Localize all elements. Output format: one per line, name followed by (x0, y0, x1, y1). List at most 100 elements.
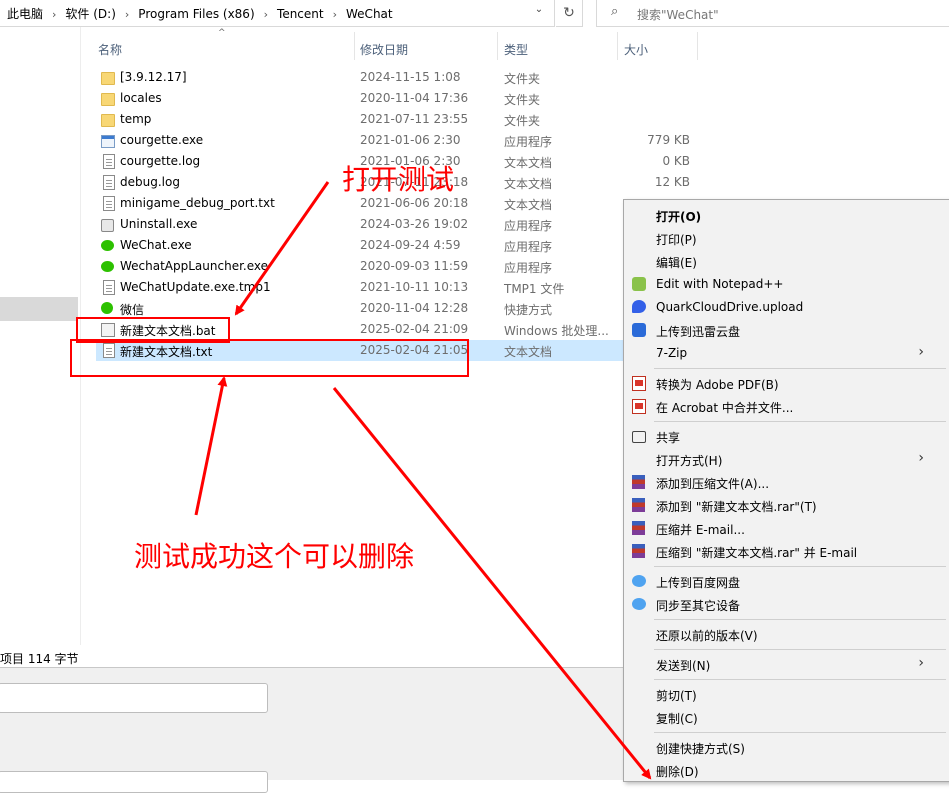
search-input[interactable]: 搜索"WeChat" (637, 6, 719, 23)
file-size: 0 KB (662, 154, 690, 168)
menu-item-label: 压缩并 E-mail... (656, 523, 745, 537)
context-menu-item[interactable]: 复制(C) (624, 706, 949, 729)
menu-item-label: 转换为 Adobe PDF(B) (656, 378, 779, 392)
context-menu-item[interactable]: 共享 (624, 425, 949, 448)
file-date: 2021-10-11 10:13 (360, 280, 469, 294)
column-header-name[interactable]: 名称 (98, 30, 354, 60)
xunlei-icon (632, 323, 646, 337)
menu-separator (654, 619, 946, 620)
chevron-right-icon[interactable]: › (327, 8, 343, 21)
file-row[interactable]: locales 2020-11-04 17:36 文件夹 (96, 88, 626, 109)
context-menu-item[interactable]: 打印(P) (624, 227, 949, 250)
breadcrumb-wechat[interactable]: WeChat (343, 7, 396, 21)
column-divider[interactable] (697, 32, 698, 60)
file-name: locales (120, 91, 162, 105)
breadcrumb: 此电脑 › 软件 (D:) › Program Files (x86) › Tencent ›… (4, 5, 396, 22)
context-menu-item[interactable]: 7-Zip › (624, 342, 949, 365)
winrar-icon (632, 498, 645, 512)
file-type: 应用程序 (504, 135, 553, 149)
context-menu-item[interactable]: 添加到压缩文件(A)... (624, 471, 949, 494)
menu-item-label: 发送到(N) (656, 659, 711, 673)
file-date: 2024-11-15 1:08 (360, 70, 461, 84)
context-menu-item[interactable]: 发送到(N) › (624, 653, 949, 676)
exe-icon (101, 135, 115, 148)
context-menu-item[interactable]: 转换为 Adobe PDF(B) (624, 372, 949, 395)
context-menu-item[interactable]: 添加到 "新建文本文档.rar"(T) (624, 494, 949, 517)
context-menu-item[interactable]: 编辑(E) (624, 250, 949, 273)
file-date: 2025-02-04 21:09 (360, 322, 469, 336)
context-menu-item[interactable]: 上传到百度网盘 (624, 570, 949, 593)
file-row[interactable]: WeChat.exe 2024-09-24 4:59 应用程序 (96, 235, 626, 256)
file-type: 文本文档 (504, 345, 553, 359)
file-row[interactable]: [3.9.12.17] 2024-11-15 1:08 文件夹 (96, 67, 626, 88)
menu-item-label: 共享 (656, 431, 681, 445)
folder-icon (101, 114, 115, 127)
context-menu-item[interactable]: 压缩到 "新建文本文档.rar" 并 E-mail (624, 540, 949, 563)
file-row[interactable]: 微信 2020-11-04 12:28 快捷方式 (96, 298, 626, 319)
navigation-pane[interactable] (0, 27, 81, 647)
context-menu-item[interactable]: 还原以前的版本(V) (624, 623, 949, 646)
chevron-right-icon: › (918, 655, 924, 671)
column-divider[interactable] (497, 32, 498, 60)
baidu-icon (632, 575, 646, 587)
file-row[interactable]: temp 2021-07-11 23:55 文件夹 (96, 109, 626, 130)
uninstall-icon (101, 219, 114, 232)
shortcut-icon (101, 302, 113, 314)
menu-item-label: 在 Acrobat 中合并文件... (656, 401, 794, 415)
context-menu-item[interactable]: 删除(D) (624, 759, 949, 782)
column-header-date[interactable]: 修改日期 (360, 30, 496, 60)
menu-item-label: 剪切(T) (656, 689, 697, 703)
menu-item-label: 打开方式(H) (656, 454, 723, 468)
menu-separator (654, 566, 946, 567)
file-name: courgette.log (120, 154, 201, 168)
file-name: minigame_debug_port.txt (120, 196, 275, 210)
breadcrumb-program-files[interactable]: Program Files (x86) (135, 7, 257, 21)
file-name: Uninstall.exe (120, 217, 198, 231)
file-row[interactable]: courgette.exe 2021-01-06 2:30 应用程序 779 KB (96, 130, 690, 151)
file-name: WeChat.exe (120, 238, 192, 252)
column-header-size[interactable]: 大小 (624, 30, 696, 60)
column-divider[interactable] (617, 32, 618, 60)
context-menu-item[interactable]: 上传到迅雷云盘 (624, 319, 949, 342)
menu-item-label: 打开(O) (656, 210, 702, 224)
context-menu-item[interactable]: 剪切(T) (624, 683, 949, 706)
winrar-icon (632, 521, 645, 535)
chevron-down-icon[interactable]: ⌄ (532, 4, 546, 20)
text-file-icon (103, 175, 115, 190)
menu-item-label: 编辑(E) (656, 256, 697, 270)
search-box[interactable]: ⌕ 搜索"WeChat" (596, 0, 949, 27)
chevron-right-icon[interactable]: › (119, 8, 135, 21)
breadcrumb-tencent[interactable]: Tencent (274, 7, 327, 21)
context-menu-item[interactable]: QuarkCloudDrive.upload (624, 296, 949, 319)
background-text-field[interactable] (0, 683, 268, 713)
refresh-button[interactable]: ↻ (556, 0, 583, 27)
file-row[interactable]: Uninstall.exe 2024-03-26 19:02 应用程序 (96, 214, 626, 235)
text-file-icon (103, 154, 115, 169)
context-menu-item[interactable]: 压缩并 E-mail... (624, 517, 949, 540)
context-menu-item[interactable]: 打开(O) (624, 204, 949, 227)
file-name: courgette.exe (120, 133, 204, 147)
file-type: 应用程序 (504, 240, 553, 254)
file-row[interactable]: WeChatUpdate.exe.tmp1 2021-10-11 10:13 TMP… (96, 277, 626, 298)
context-menu-item[interactable]: Edit with Notepad++ (624, 273, 949, 296)
column-header-type[interactable]: 类型 (504, 30, 616, 60)
address-bar[interactable]: 此电脑 › 软件 (D:) › Program Files (x86) › Tencent ›… (0, 0, 555, 27)
breadcrumb-drive-d[interactable]: 软件 (D:) (62, 7, 118, 21)
winrar-icon (632, 544, 645, 558)
navigation-pane-selected-item[interactable] (0, 297, 78, 321)
file-row[interactable]: WechatAppLauncher.exe 2020-09-03 11:59 应用程… (96, 256, 626, 277)
menu-separator (654, 732, 946, 733)
chevron-right-icon[interactable]: › (46, 8, 62, 21)
file-name: temp (120, 112, 152, 126)
chevron-right-icon[interactable]: › (258, 8, 274, 21)
context-menu-item[interactable]: 在 Acrobat 中合并文件... (624, 395, 949, 418)
file-type: 应用程序 (504, 261, 553, 275)
column-divider[interactable] (354, 32, 355, 60)
context-menu-item[interactable]: 打开方式(H) › (624, 448, 949, 471)
annotation-delete-note: 测试成功这个可以删除 (134, 540, 415, 573)
background-text-field[interactable] (0, 771, 268, 793)
context-menu-item[interactable]: 同步至其它设备 (624, 593, 949, 616)
breadcrumb-this-pc[interactable]: 此电脑 (4, 7, 46, 21)
context-menu-item[interactable]: 创建快捷方式(S) (624, 736, 949, 759)
baidu-icon (632, 598, 646, 610)
